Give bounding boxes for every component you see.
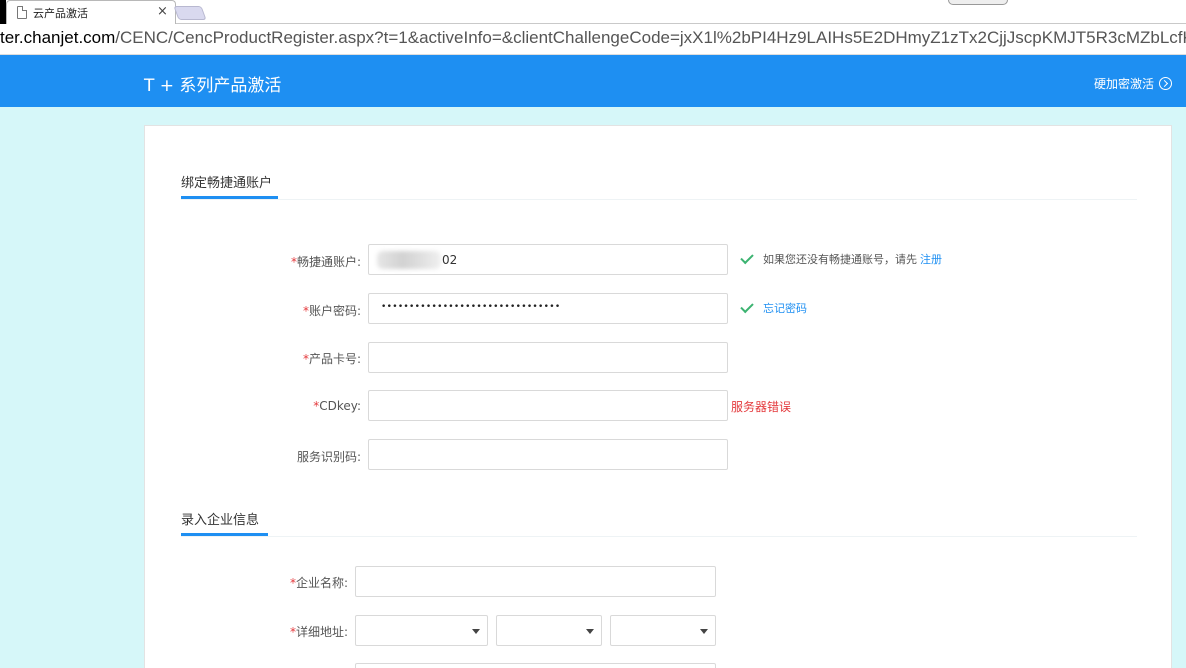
app-header: T + 系列产品激活 硬加密激活 [0,55,1186,107]
register-link[interactable]: 注册 [920,251,942,267]
street-address-input[interactable] [355,663,716,668]
hardware-activation-label: 硬加密激活 [1093,77,1154,91]
account-input[interactable]: 02 [368,244,728,275]
company-name-label: *企业名称: [289,576,348,590]
password-value: •••••••••••••••••••••••••••••••• [381,302,561,312]
city-select[interactable] [496,615,602,646]
circle-arrow-right-icon [1159,77,1172,90]
page-title: T + 系列产品激活 [144,76,282,96]
forgot-password-link[interactable]: 忘记密码 [763,300,807,316]
chevron-down-icon [472,629,480,634]
url-host: ter.chanjet.com [0,28,116,47]
account-label: *畅捷通账户: [290,255,361,269]
service-code-input[interactable] [368,439,728,470]
company-name-input[interactable] [355,566,716,597]
check-icon [740,250,754,264]
url-path: /CENC/CencProductRegister.aspx?t=1&activ… [115,28,1186,47]
hardware-activation-link[interactable]: 硬加密激活 [1094,75,1172,92]
section-divider [181,536,1137,537]
chevron-down-icon [586,629,594,634]
account-value: 02 [442,253,458,267]
cdkey-error: 服务器错误 [731,400,792,414]
window-control[interactable] [948,0,1008,5]
form-card: 绑定畅捷通账户 *畅捷通账户: 02 如果您还没有畅捷通账号，请先 注册 *账户… [144,125,1172,668]
tab-title: 云产品激活 [33,7,88,20]
address-label: *详细地址: [289,625,348,639]
redacted-text [377,251,441,269]
browser-tab[interactable]: 云产品激活 × [6,0,176,24]
password-label: *账户密码: [302,304,361,318]
account-hint: 如果您还没有畅捷通账号，请先 注册 [740,250,942,267]
cdkey-input[interactable] [368,390,728,421]
browser-tab-bar: 云产品激活 × [0,0,1186,24]
product-card-label: *产品卡号: [302,352,361,366]
new-tab-button[interactable] [173,6,207,20]
account-hint-text: 如果您还没有畅捷通账号，请先 [763,253,917,266]
url-text[interactable]: ter.chanjet.com/CENC/CencProductRegister… [0,28,1186,48]
close-icon[interactable]: × [157,4,168,20]
section-title-company: 录入企业信息 [181,513,260,528]
password-input[interactable]: •••••••••••••••••••••••••••••••• [368,293,728,324]
section-divider [181,199,1137,200]
cdkey-label: *CDkey: [313,399,361,413]
product-card-input[interactable] [368,342,728,373]
chevron-down-icon [700,629,708,634]
province-select[interactable] [355,615,488,646]
district-select[interactable] [610,615,716,646]
service-code-label: 服务识别码: [296,450,361,464]
check-icon [740,299,754,313]
address-bar[interactable]: ter.chanjet.com/CENC/CencProductRegister… [0,24,1186,55]
password-hint: 忘记密码 [740,299,807,316]
page-icon [17,6,27,19]
section-title-account: 绑定畅捷通账户 [181,176,273,191]
